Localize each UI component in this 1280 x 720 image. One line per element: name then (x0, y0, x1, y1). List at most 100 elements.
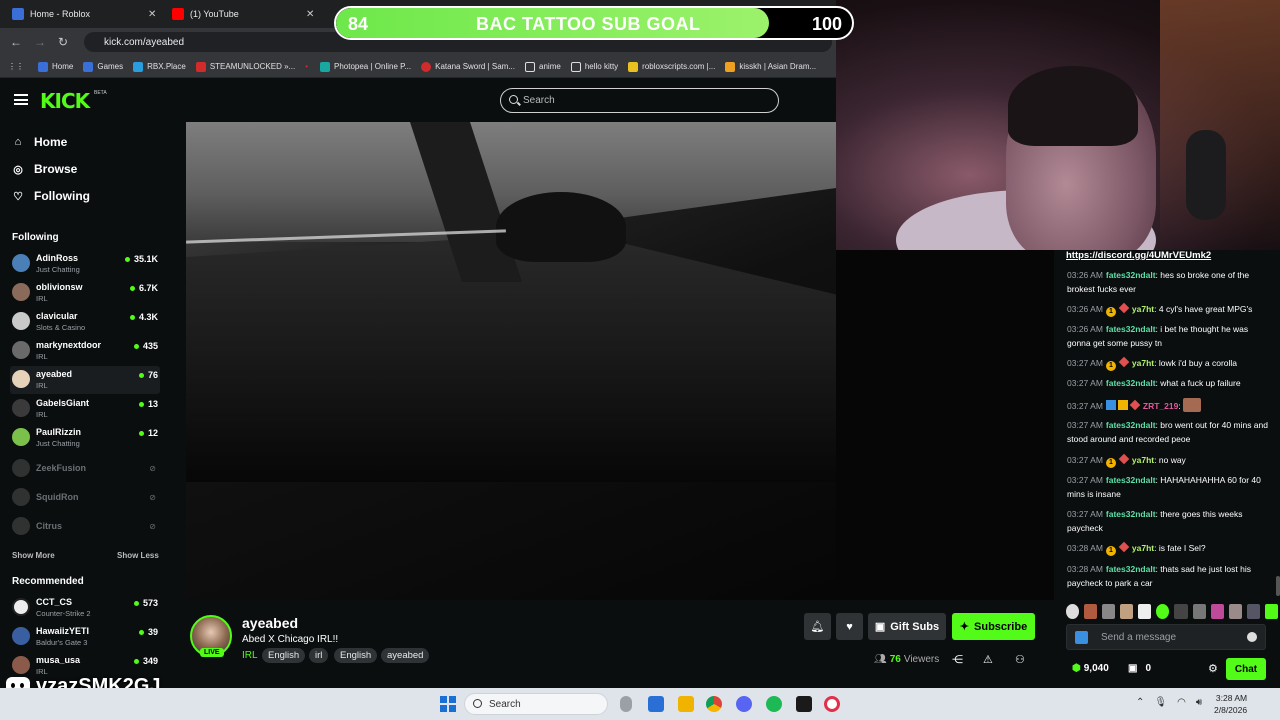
emote[interactable] (1120, 603, 1134, 619)
channel-points[interactable]: ⬢ 9,040 (1072, 663, 1109, 674)
sidebar-channel-gabelsgiant[interactable]: GabelsGiant IRL 13 (10, 395, 160, 423)
stream-tag[interactable]: English (334, 648, 378, 663)
kick-logo[interactable]: KICK (40, 89, 90, 113)
chat-username[interactable]: ya7ht (1132, 304, 1154, 314)
clock[interactable]: 3:28 AM 2/8/2026 (1214, 692, 1247, 716)
bookmark-rbxplace[interactable]: RBX.Place (133, 61, 186, 72)
stream-tag[interactable]: English (262, 648, 306, 663)
emote[interactable] (1102, 603, 1116, 619)
spotify-icon[interactable] (766, 696, 782, 712)
sidebar-channel-squidron[interactable]: SquidRon ⊘ (10, 484, 160, 512)
chrome-icon[interactable] (706, 696, 722, 712)
sidebar-channel-hawaiizyeti[interactable]: HawaiizYETI Baldur's Gate 3 39 (10, 623, 160, 651)
taskbar-search-input[interactable]: Search (464, 693, 608, 715)
chat-username[interactable]: fates32ndalt (1106, 324, 1156, 334)
show-more-button[interactable]: Show More (12, 551, 55, 560)
show-less-button[interactable]: Show Less (117, 551, 159, 560)
subscribe-button[interactable]: ✦ Subscribe (952, 613, 1035, 640)
chevron-up-icon[interactable]: ⌃ (1136, 697, 1144, 708)
chat-message-input[interactable]: Send a message (1066, 624, 1266, 650)
bookmark-anime[interactable]: anime (525, 61, 561, 72)
emoji-icon[interactable] (1247, 632, 1257, 642)
microphone-icon[interactable]: 🎙︎ (1154, 697, 1167, 708)
chat-username[interactable]: ya7ht (1132, 455, 1154, 465)
bookmark-robloxscripts[interactable]: robloxscripts.com |... (628, 61, 715, 72)
chat-username[interactable]: ZRT_219 (1143, 401, 1178, 411)
follow-button[interactable]: ♥ (836, 613, 863, 640)
bookmark-photopea[interactable]: Photopea | Online P... (320, 61, 411, 72)
chat-username[interactable]: fates32ndalt (1106, 270, 1156, 280)
emote[interactable] (1246, 603, 1260, 619)
opera-icon[interactable] (824, 696, 840, 712)
mouse-app-icon[interactable] (620, 696, 632, 712)
chat-username[interactable]: ya7ht (1132, 543, 1154, 553)
emote[interactable] (1228, 603, 1242, 619)
user-menu-icon[interactable]: ⚇ (1015, 653, 1025, 666)
chat-scrollbar[interactable] (1276, 576, 1280, 596)
nav-following[interactable]: ♡ Following (12, 189, 90, 203)
search-input[interactable]: Search (500, 88, 779, 113)
video-player[interactable] (186, 122, 836, 600)
emote[interactable] (1156, 603, 1170, 619)
chat-send-button[interactable]: Chat (1226, 658, 1266, 680)
chat-username[interactable]: fates32ndalt (1106, 378, 1156, 388)
chat-username[interactable]: fates32ndalt (1106, 475, 1156, 485)
volume-icon[interactable]: 🔊︎ (1196, 697, 1202, 708)
bookmark-home[interactable]: Home (38, 61, 73, 72)
bookmark-kisskh[interactable]: kisskh | Asian Dram... (725, 61, 816, 72)
report-icon[interactable]: ⚠ (983, 653, 993, 666)
chat-username[interactable]: ya7ht (1132, 358, 1154, 368)
gear-icon[interactable]: ⚙ (1208, 662, 1218, 675)
channel-name[interactable]: ayeabed (242, 615, 298, 631)
gift-count[interactable]: ▣ 0 (1128, 663, 1151, 674)
sidebar-channel-zeekfusion[interactable]: ZeekFusion ⊘ (10, 455, 160, 483)
sidebar-channel-citrus[interactable]: Citrus ⊘ (10, 513, 160, 541)
sidebar-channel-clavicular[interactable]: clavicular Slots & Casino 4.3K (10, 308, 160, 336)
discord-app-icon[interactable] (736, 696, 752, 712)
emote[interactable] (1138, 603, 1152, 619)
sidebar-channel-cct-cs[interactable]: CCT_CS Counter-Strike 2 573 (10, 594, 160, 622)
tab-youtube[interactable]: (1) YouTube ✕ (172, 4, 320, 24)
chat-username[interactable]: fates32ndalt (1106, 564, 1156, 574)
back-icon[interactable]: ← (10, 35, 22, 49)
close-icon[interactable]: ✕ (306, 9, 314, 20)
emote[interactable] (1264, 603, 1278, 619)
file-explorer-icon[interactable] (678, 696, 694, 712)
wifi-icon[interactable]: ◠ (1177, 697, 1186, 708)
nav-home[interactable]: ⌂ Home (12, 135, 68, 149)
emote[interactable] (1210, 603, 1224, 619)
forward-icon[interactable]: → (34, 35, 46, 49)
sidebar-channel-oblivionsw[interactable]: oblivionsw IRL 6.7K (10, 279, 160, 307)
emote[interactable] (1084, 603, 1098, 619)
stream-category[interactable]: IRL (242, 650, 258, 661)
close-icon[interactable]: ✕ (148, 9, 156, 20)
pinned-message-link[interactable]: https://discord.gg/4UMrVEUmk2 (1060, 250, 1276, 264)
sidebar-channel-markynextdoor[interactable]: markynextdoor IRL 435 (10, 337, 160, 365)
video-player-extension[interactable] (836, 250, 1054, 600)
stream-tag[interactable]: ayeabed (381, 648, 430, 663)
windows-start-icon[interactable] (440, 696, 456, 712)
chat-username[interactable]: fates32ndalt (1106, 509, 1156, 519)
menu-icon[interactable] (14, 94, 28, 105)
sidebar-channel-adinross[interactable]: AdinRoss Just Chatting 35.1K (10, 250, 160, 278)
store-app-icon[interactable] (648, 696, 664, 712)
chat-username[interactable]: fates32ndalt (1106, 420, 1156, 430)
nav-browse[interactable]: ◎ Browse (12, 162, 77, 176)
bookmark-steamunlocked[interactable]: STEAMUNLOCKED »... (195, 61, 295, 72)
gift-subs-button[interactable]: ▣ Gift Subs (868, 613, 946, 640)
chat-bubble-icon[interactable] (1066, 603, 1080, 619)
emote[interactable] (1192, 603, 1206, 619)
tab-roblox[interactable]: Home - Roblox ✕ (12, 4, 160, 24)
stream-tag[interactable]: irl (309, 648, 329, 663)
bookmark-katana[interactable]: Katana Sword | Sam... (421, 61, 515, 72)
share-icon[interactable]: ⋲ (952, 653, 963, 666)
bookmark-games[interactable]: Games (83, 61, 123, 72)
notification-bell-button[interactable]: 🔔︎ (804, 613, 831, 640)
emote[interactable] (1174, 603, 1188, 619)
app-icon[interactable] (796, 696, 812, 712)
apps-icon[interactable]: ⋮⋮ (8, 62, 24, 71)
bookmark-hello-kitty[interactable]: hello kitty (570, 61, 618, 72)
reload-icon[interactable]: ↻ (58, 35, 68, 49)
sidebar-channel-paulrizzin[interactable]: PaulRizzin Just Chatting 12 (10, 424, 160, 452)
sidebar-channel-ayeabed[interactable]: ayeabed IRL 76 (10, 366, 160, 394)
